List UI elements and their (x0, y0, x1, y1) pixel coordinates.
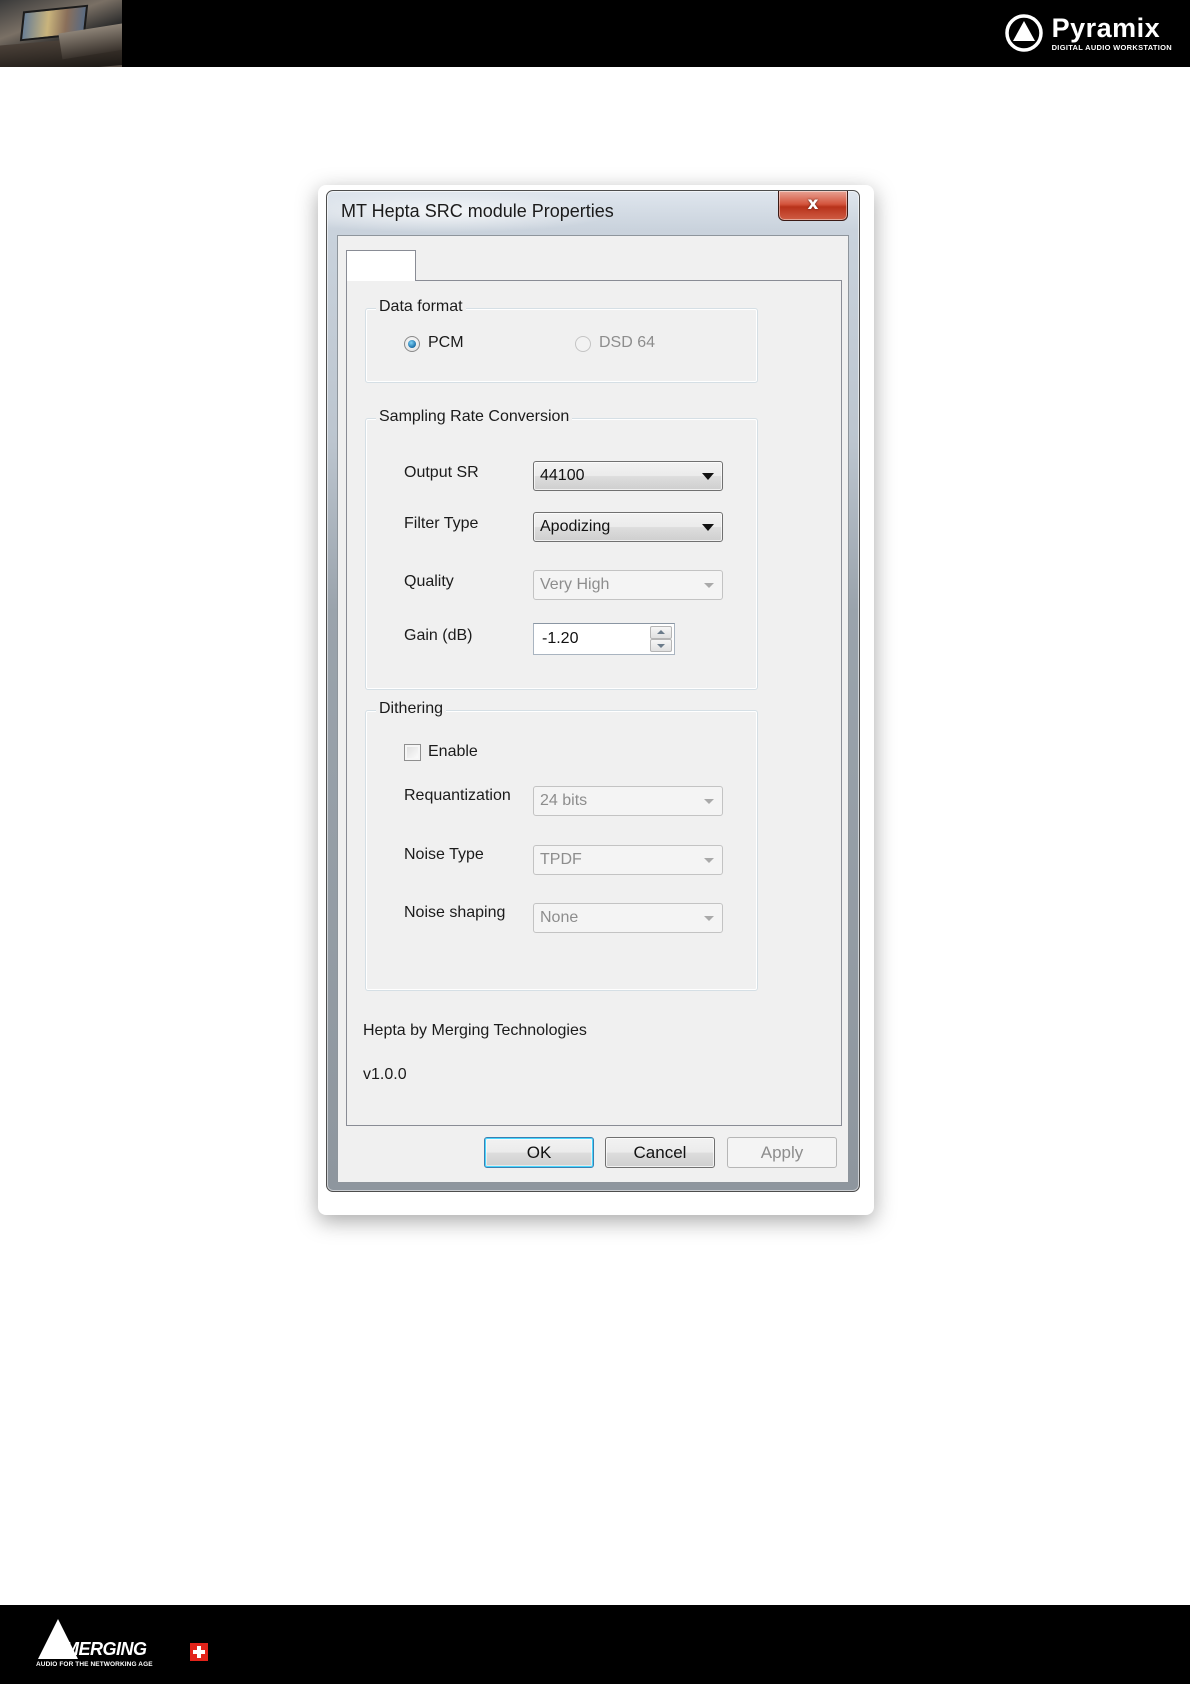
pyramix-brand-subtitle: DIGITAL AUDIO WORKSTATION (1051, 42, 1172, 52)
page-footer: MERGING AUDIO FOR THE NETWORKING AGE (0, 1605, 1190, 1684)
close-icon: x (807, 194, 819, 214)
apply-button[interactable]: Apply (727, 1137, 837, 1168)
quality-value: Very High (540, 576, 610, 593)
merging-brand-name: MERGING (64, 1639, 147, 1659)
data-format-label: Data format (376, 298, 466, 316)
noise-type-label: Noise Type (404, 846, 484, 863)
noise-shaping-value: None (540, 909, 579, 926)
swiss-cross-icon (190, 1643, 208, 1661)
pyramix-logo: Pyramix DIGITAL AUDIO WORKSTATION (1004, 12, 1172, 54)
requantization-label: Requantization (404, 787, 511, 804)
chevron-down-icon (702, 473, 714, 480)
gain-label: Gain (dB) (404, 627, 473, 644)
requantization-value: 24 bits (540, 792, 588, 809)
noise-shaping-select[interactable]: None (533, 903, 723, 933)
dsd64-label[interactable]: DSD 64 (599, 334, 655, 352)
close-button[interactable]: x (778, 191, 848, 221)
dithering-group: Dithering Enable Requantization 24 bits … (365, 700, 758, 991)
enable-dithering-checkbox[interactable] (404, 744, 421, 761)
output-sr-label: Output SR (404, 464, 479, 481)
chevron-down-icon (704, 916, 714, 921)
ok-button[interactable]: OK (484, 1137, 594, 1168)
noise-type-select[interactable]: TPDF (533, 845, 723, 875)
quality-select[interactable]: Very High (533, 570, 723, 600)
pcm-radio[interactable] (404, 336, 420, 352)
pyramix-brand-name: Pyramix (1051, 12, 1161, 43)
src-group: Sampling Rate Conversion Output SR 44100… (365, 408, 758, 690)
noise-type-value: TPDF (540, 851, 582, 868)
filter-type-value: Apodizing (540, 518, 611, 535)
filter-type-label: Filter Type (404, 515, 479, 532)
requantization-select[interactable]: 24 bits (533, 786, 723, 816)
src-group-label: Sampling Rate Conversion (376, 408, 573, 426)
tab-general[interactable] (346, 250, 416, 281)
chevron-down-icon (704, 858, 714, 863)
filter-type-select[interactable]: Apodizing (533, 512, 723, 542)
version-text: v1.0.0 (363, 1066, 407, 1083)
gain-value[interactable]: -1.20 (542, 630, 578, 648)
output-sr-select[interactable]: 44100 (533, 461, 723, 491)
output-sr-value: 44100 (540, 467, 585, 484)
page-header: Pyramix DIGITAL AUDIO WORKSTATION (0, 0, 1190, 67)
chevron-down-icon (704, 583, 714, 588)
noise-shaping-label: Noise shaping (404, 904, 506, 921)
credit-text: Hepta by Merging Technologies (363, 1022, 587, 1039)
dsd64-radio[interactable] (575, 336, 591, 352)
properties-dialog: MT Hepta SRC module Properties x Data fo… (326, 190, 860, 1192)
gain-stepper[interactable]: -1.20 (533, 623, 675, 655)
pcm-label[interactable]: PCM (428, 334, 464, 352)
cancel-button[interactable]: Cancel (605, 1137, 715, 1168)
chevron-down-icon (704, 799, 714, 804)
enable-label[interactable]: Enable (428, 743, 478, 761)
dialog-client-area: Data format PCM DSD 64 Sampling Rate Con… (337, 235, 849, 1183)
header-studio-photo (0, 0, 122, 67)
tab-panel: Data format PCM DSD 64 Sampling Rate Con… (346, 280, 842, 1126)
gain-decrement-button[interactable] (650, 639, 672, 652)
merging-logo: MERGING AUDIO FOR THE NETWORKING AGE (36, 1617, 226, 1673)
dialog-title: MT Hepta SRC module Properties (341, 201, 614, 221)
pyramix-logo-icon (1004, 14, 1043, 52)
data-format-group: Data format PCM DSD 64 (365, 298, 758, 383)
chevron-down-icon (702, 524, 714, 531)
merging-tagline: AUDIO FOR THE NETWORKING AGE (36, 1661, 153, 1668)
quality-label: Quality (404, 573, 454, 590)
gain-increment-button[interactable] (650, 626, 672, 639)
dithering-label: Dithering (376, 700, 447, 718)
